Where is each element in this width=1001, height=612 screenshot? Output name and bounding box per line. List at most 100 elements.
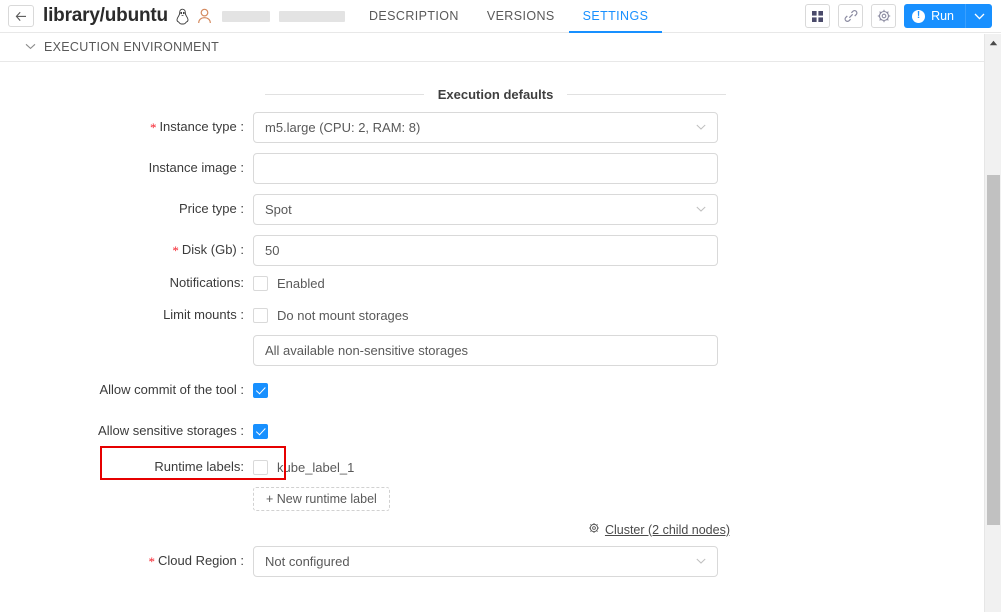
price-type-select[interactable]: Spot bbox=[253, 194, 718, 225]
limit-mounts-checkbox-row[interactable]: Do not mount storages bbox=[253, 300, 1001, 330]
required-marker: * bbox=[148, 554, 155, 569]
disk-value: 50 bbox=[265, 243, 280, 258]
limit-mounts-checkbox-label: Do not mount storages bbox=[277, 307, 409, 323]
label-runtime-labels: Runtime labels: bbox=[0, 452, 253, 482]
price-type-value: Spot bbox=[265, 202, 292, 217]
label-instance-image: Instance image : bbox=[148, 160, 244, 175]
run-button[interactable]: ! Run bbox=[904, 4, 966, 28]
linux-penguin-icon bbox=[175, 8, 190, 25]
required-marker: * bbox=[149, 120, 157, 135]
run-button-label: Run bbox=[931, 9, 954, 23]
limit-mounts-storages-value: All available non-sensitive storages bbox=[265, 343, 469, 358]
redacted-user-name bbox=[221, 10, 345, 22]
row-price-type: Price type : Spot bbox=[0, 194, 1001, 225]
row-limit-mounts: Limit mounts : Do not mount storages All… bbox=[0, 300, 1001, 366]
label-limit-mounts: Limit mounts : bbox=[163, 307, 244, 322]
tab-description[interactable]: DESCRIPTION bbox=[355, 0, 473, 33]
runtime-label-checkbox[interactable] bbox=[253, 459, 268, 475]
limit-mounts-storages-select[interactable]: All available non-sensitive storages bbox=[253, 335, 718, 366]
label-cloud-region: * Cloud Region : bbox=[148, 553, 244, 569]
label-price-type: Price type : bbox=[178, 201, 244, 216]
run-button-group: ! Run bbox=[904, 4, 992, 28]
label-instance-image-text: Instance image bbox=[148, 160, 237, 175]
cluster-link[interactable]: Cluster (2 child nodes) bbox=[588, 522, 730, 537]
caret-up-icon bbox=[989, 40, 997, 45]
link-button[interactable] bbox=[838, 4, 864, 28]
cluster-link-text: Cluster (2 child nodes) bbox=[604, 522, 730, 537]
settings-gear-button[interactable] bbox=[871, 4, 897, 28]
chevron-down-icon bbox=[696, 122, 706, 133]
link-icon bbox=[844, 10, 857, 22]
row-notifications: Notifications: Enabled bbox=[0, 268, 1001, 298]
chevron-down-icon bbox=[696, 204, 706, 215]
back-button[interactable] bbox=[8, 5, 34, 27]
arrow-left-icon bbox=[15, 11, 26, 21]
scroll-up-button[interactable] bbox=[985, 34, 1001, 51]
label-instance-type-text: Instance type bbox=[159, 119, 237, 134]
settings-form: Execution defaults * Instance type : m5.l… bbox=[0, 62, 1001, 612]
cluster-link-row: Cluster (2 child nodes) bbox=[0, 522, 730, 537]
run-dropdown-button[interactable] bbox=[966, 4, 992, 28]
row-instance-image: Instance image : bbox=[0, 153, 1001, 184]
header-actions: ! Run bbox=[805, 4, 992, 28]
notifications-checkbox[interactable] bbox=[253, 275, 268, 291]
allow-commit-checkbox[interactable] bbox=[253, 382, 268, 398]
instance-type-select[interactable]: m5.large (CPU: 2, RAM: 8) bbox=[253, 112, 718, 143]
instance-type-value: m5.large (CPU: 2, RAM: 8) bbox=[265, 120, 421, 135]
row-instance-type: * Instance type : m5.large (CPU: 2, RAM: … bbox=[0, 112, 1001, 143]
exclamation-circle-icon: ! bbox=[912, 9, 926, 23]
execution-environment-section-header[interactable]: EXECUTION ENVIRONMENT bbox=[0, 33, 1001, 62]
runtime-label-item[interactable]: kube_label_1 bbox=[253, 452, 1001, 482]
cloud-region-value: Not configured bbox=[265, 554, 350, 569]
execution-defaults-divider: Execution defaults bbox=[265, 87, 727, 102]
page-title: library/ubuntu bbox=[43, 5, 168, 26]
new-runtime-label-button[interactable]: + New runtime label bbox=[253, 487, 390, 511]
required-marker: * bbox=[172, 243, 179, 258]
chevron-down-icon bbox=[25, 41, 36, 53]
label-allow-commit-text: Allow commit of the tool bbox=[99, 382, 237, 397]
header-tabs: DESCRIPTION VERSIONS SETTINGS bbox=[355, 0, 663, 33]
vertical-scrollbar[interactable] bbox=[984, 34, 1001, 612]
label-notifications-text: Notifications: bbox=[169, 275, 244, 290]
allow-sensitive-storages-checkbox[interactable] bbox=[253, 423, 268, 439]
label-disk-text: Disk (Gb) bbox=[181, 242, 237, 257]
label-notifications: Notifications: bbox=[0, 268, 253, 298]
grid-apps-icon bbox=[812, 10, 824, 22]
allow-sensitive-storages-checkbox-row[interactable] bbox=[253, 416, 1001, 446]
grid-apps-button[interactable] bbox=[805, 4, 831, 28]
notifications-checkbox-label: Enabled bbox=[277, 275, 325, 291]
divider-line-right bbox=[567, 94, 727, 95]
chevron-down-icon bbox=[974, 13, 984, 20]
row-cloud-region: * Cloud Region : Not configured bbox=[0, 546, 1001, 577]
chevron-down-icon bbox=[696, 556, 706, 567]
divider-line-left bbox=[265, 94, 424, 95]
label-cloud-region-text: Cloud Region bbox=[157, 553, 237, 568]
label-allow-sensitive-storages-text: Allow sensitive storages bbox=[98, 423, 237, 438]
row-disk: * Disk (Gb) : 50 bbox=[0, 235, 1001, 266]
settings-page: library/ubuntu DESCRIPTION VERSIONS SETT… bbox=[0, 0, 1001, 612]
tab-versions[interactable]: VERSIONS bbox=[473, 0, 569, 33]
tab-settings[interactable]: SETTINGS bbox=[568, 0, 663, 33]
user-icon bbox=[197, 8, 212, 24]
notifications-checkbox-row[interactable]: Enabled bbox=[253, 268, 1001, 298]
row-allow-commit: Allow commit of the tool : bbox=[0, 375, 1001, 405]
limit-mounts-checkbox[interactable] bbox=[253, 307, 268, 323]
runtime-label-name: kube_label_1 bbox=[277, 459, 355, 475]
gear-icon bbox=[877, 9, 890, 23]
label-disk: * Disk (Gb) : bbox=[172, 242, 244, 258]
label-instance-type: * Instance type : bbox=[149, 119, 244, 135]
row-allow-sensitive-storages: Allow sensitive storages : bbox=[0, 416, 1001, 446]
label-limit-mounts-text: Limit mounts bbox=[163, 307, 237, 322]
label-price-type-text: Price type bbox=[178, 201, 237, 216]
execution-defaults-title: Execution defaults bbox=[437, 87, 554, 102]
disk-input[interactable]: 50 bbox=[253, 235, 718, 266]
label-runtime-labels-text: Runtime labels: bbox=[154, 459, 244, 474]
app-header: library/ubuntu DESCRIPTION VERSIONS SETT… bbox=[0, 0, 1001, 33]
allow-commit-checkbox-row[interactable] bbox=[253, 375, 1001, 405]
section-title: EXECUTION ENVIRONMENT bbox=[44, 40, 220, 54]
cloud-region-select[interactable]: Not configured bbox=[253, 546, 718, 577]
vertical-scroll-thumb[interactable] bbox=[987, 175, 1000, 525]
label-allow-sensitive-storages: Allow sensitive storages : bbox=[98, 423, 244, 438]
gear-icon bbox=[588, 522, 600, 537]
instance-image-input[interactable] bbox=[253, 153, 718, 184]
